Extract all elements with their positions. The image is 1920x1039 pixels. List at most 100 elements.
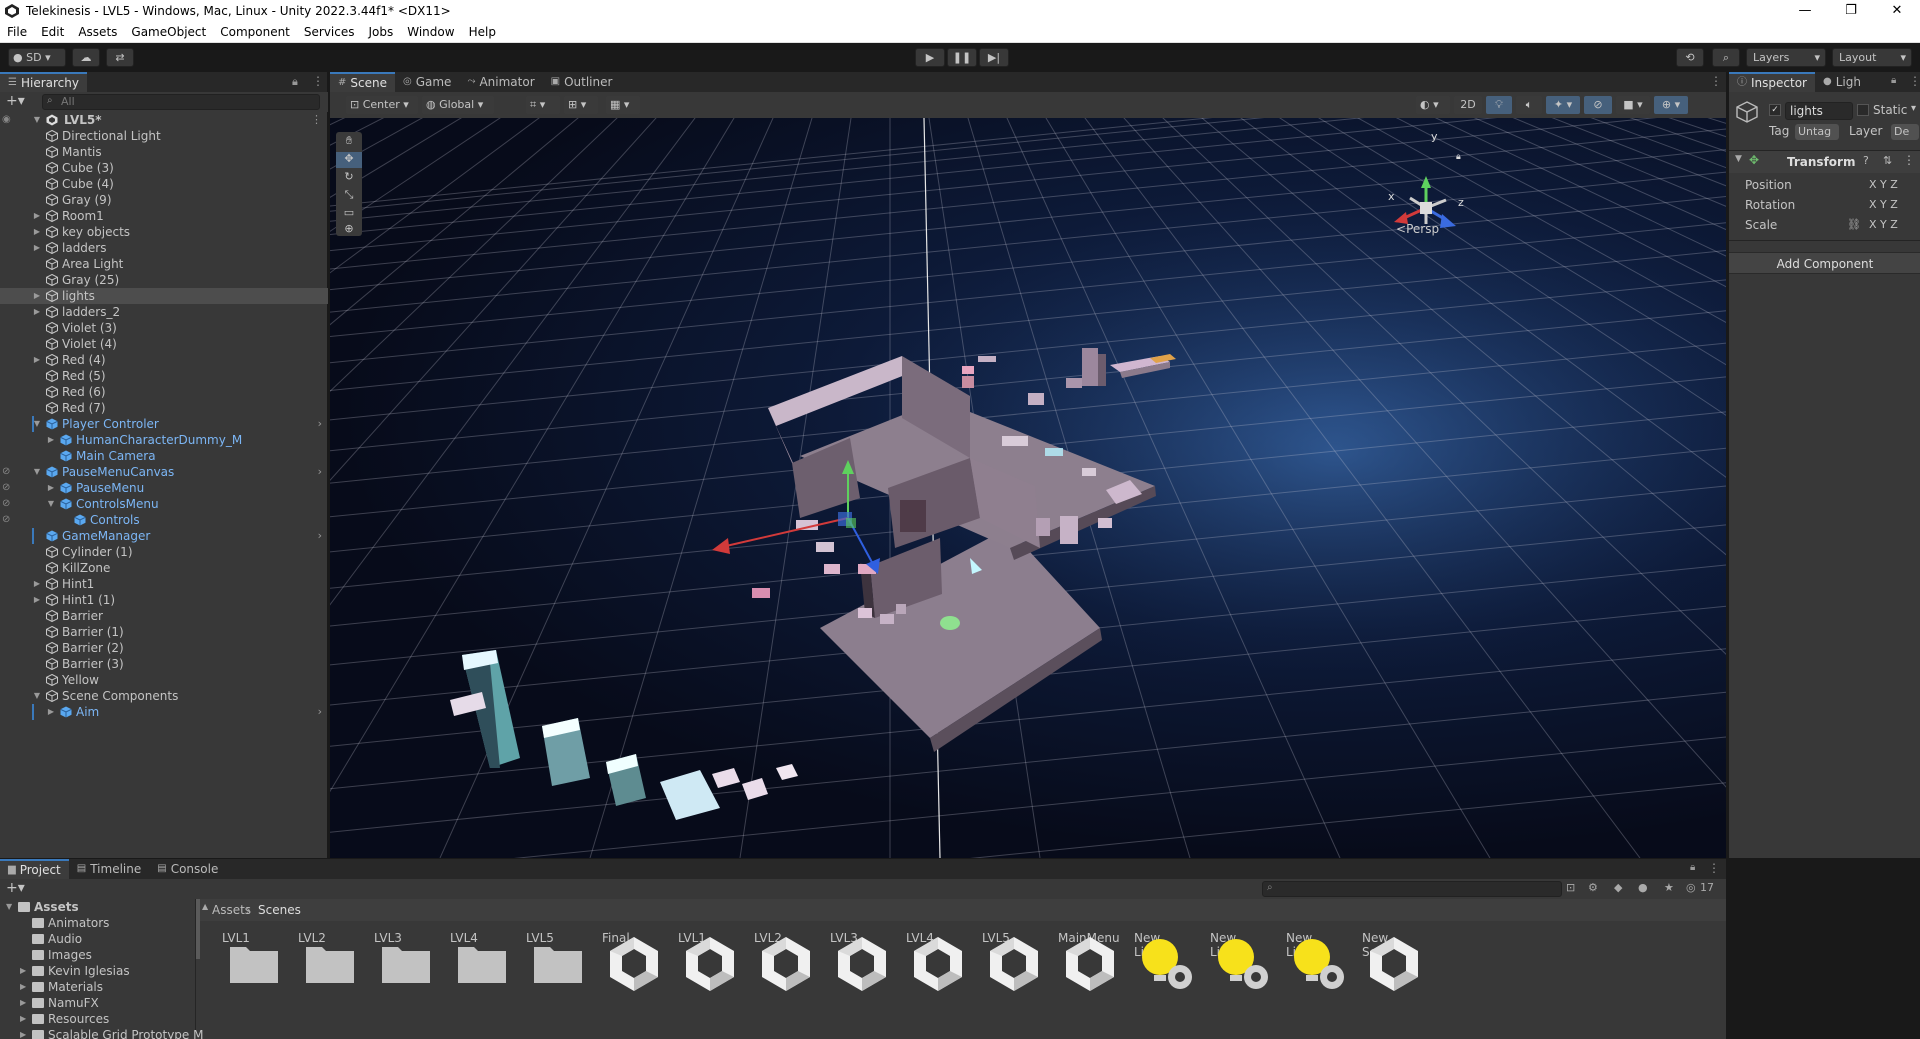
asset-tile[interactable]: MainMenu bbox=[1058, 931, 1122, 1027]
hierarchy-item[interactable]: Barrier (2) bbox=[0, 640, 328, 656]
space-dropdown[interactable]: ◍ Global ▾ bbox=[422, 96, 494, 114]
tab-animator[interactable]: ⤳ Animator bbox=[459, 72, 542, 92]
hierarchy-item[interactable]: ▶ Red (4) bbox=[0, 352, 328, 368]
help-icon[interactable]: ? bbox=[1863, 154, 1869, 167]
hierarchy-item[interactable]: GameManager › bbox=[0, 528, 328, 544]
more-icon[interactable]: ⋮ bbox=[312, 74, 324, 88]
hierarchy-item[interactable]: ▶ key objects bbox=[0, 224, 328, 240]
hierarchy-item[interactable]: Gray (9) bbox=[0, 192, 328, 208]
hierarchy-item[interactable]: Barrier (1) bbox=[0, 624, 328, 640]
expand-arrow-icon[interactable]: ▶ bbox=[32, 352, 42, 368]
collapse-arrow-icon[interactable]: ▼ bbox=[32, 464, 42, 480]
hierarchy-item[interactable]: Cube (4) bbox=[0, 176, 328, 192]
hierarchy-item[interactable]: Violet (4) bbox=[0, 336, 328, 352]
asset-tile[interactable]: New Lighti... bbox=[1134, 931, 1198, 1027]
visibility-hidden-icon[interactable]: ⊘ bbox=[2, 496, 10, 512]
asset-tile[interactable]: LVL5 bbox=[526, 931, 590, 1027]
expand-arrow-icon[interactable]: ▶ bbox=[46, 704, 56, 720]
rect-tool-button[interactable]: ▭ bbox=[336, 206, 362, 222]
asset-tile[interactable]: LVL1 bbox=[678, 931, 742, 1027]
menu-assets[interactable]: Assets bbox=[71, 25, 124, 39]
shading-mode-button[interactable]: ◐ ▾ bbox=[1416, 96, 1450, 114]
more-icon[interactable]: ⋮ bbox=[1708, 861, 1720, 875]
folder-item[interactable]: ▶ Scalable Grid Prototype M bbox=[0, 1027, 203, 1039]
expand-arrow-icon[interactable]: ▶ bbox=[20, 963, 26, 979]
hierarchy-item[interactable]: Area Light bbox=[0, 256, 328, 272]
hierarchy-item[interactable]: Red (7) bbox=[0, 400, 328, 416]
expand-arrow-icon[interactable]: ▶ bbox=[20, 1027, 26, 1039]
scale-tool-button[interactable]: ⤡ bbox=[336, 188, 362, 204]
lighting-toggle-button[interactable]: 💡︎ bbox=[1486, 96, 1512, 114]
chevron-right-icon[interactable]: › bbox=[318, 528, 322, 544]
preset-icon[interactable]: ⇅ bbox=[1883, 154, 1892, 167]
menu-help[interactable]: Help bbox=[462, 25, 503, 39]
tab-lighting[interactable]: ● Ligh bbox=[1815, 72, 1869, 92]
add-component-button[interactable]: Add Component bbox=[1729, 252, 1920, 274]
asset-tile[interactable]: New Scene bbox=[1362, 931, 1426, 1027]
hierarchy-item[interactable]: Gray (25) bbox=[0, 272, 328, 288]
more-icon[interactable]: ⋮ bbox=[311, 112, 322, 128]
history-button[interactable]: ⟲ bbox=[1676, 48, 1704, 67]
menu-file[interactable]: File bbox=[0, 25, 34, 39]
collapse-arrow-icon[interactable]: ▼ bbox=[46, 496, 56, 512]
hierarchy-item[interactable]: Cylinder (1) bbox=[0, 544, 328, 560]
expand-arrow-icon[interactable]: ▶ bbox=[32, 576, 42, 592]
cloud-button[interactable]: ☁ bbox=[72, 48, 100, 67]
asset-tile[interactable]: LVL1 bbox=[222, 931, 286, 1027]
expand-arrow-icon[interactable]: ▶ bbox=[20, 979, 26, 995]
account-dropdown[interactable]: ● SD ▾ bbox=[8, 48, 66, 67]
transform-header[interactable]: ▼ ✥ Transform ? ⇅ ⋮ bbox=[1729, 151, 1920, 173]
hierarchy-item[interactable]: Main Camera bbox=[0, 448, 328, 464]
asset-tile[interactable]: LVL3 bbox=[830, 931, 894, 1027]
close-button[interactable]: ✕ bbox=[1874, 0, 1920, 22]
hierarchy-item[interactable]: ⊘ ▼ ControlsMenu bbox=[0, 496, 328, 512]
object-name-field[interactable]: lights bbox=[1785, 102, 1853, 120]
rotate-tool-button[interactable]: ↻ bbox=[336, 170, 362, 186]
chevron-right-icon[interactable]: › bbox=[318, 704, 322, 720]
asset-tile[interactable]: Final bbox=[602, 931, 666, 1027]
layers-dropdown[interactable]: Layers ▾ bbox=[1746, 48, 1826, 67]
step-button[interactable]: ▶| bbox=[979, 48, 1009, 67]
expand-arrow-icon[interactable]: ▶ bbox=[20, 995, 26, 1011]
gizmos-button[interactable]: ⊕ ▾ bbox=[1654, 96, 1688, 114]
chevron-right-icon[interactable]: › bbox=[318, 416, 322, 432]
hierarchy-item[interactable]: Cube (3) bbox=[0, 160, 328, 176]
chevron-down-icon[interactable]: ▾ bbox=[1911, 103, 1916, 114]
visibility-icon[interactable]: ◉ bbox=[2, 112, 11, 128]
asset-tile[interactable]: LVL3 bbox=[374, 931, 438, 1027]
projection-toggle[interactable]: <Persp bbox=[1396, 222, 1439, 236]
folder-item[interactable]: Images bbox=[0, 947, 196, 963]
scene-root-row[interactable]: ◉ ▼ LVL5* ⋮ bbox=[0, 112, 328, 128]
asset-tile[interactable]: LVL2 bbox=[298, 931, 362, 1027]
add-icon[interactable]: +▾ bbox=[6, 93, 25, 109]
lock-icon[interactable]: 🔒︎ bbox=[1891, 75, 1896, 86]
asset-tile[interactable]: New Lighti... bbox=[1210, 931, 1274, 1027]
hierarchy-item[interactable]: ▶ HumanCharacterDummy_M bbox=[0, 432, 328, 448]
collab-button[interactable]: ⇄ bbox=[106, 48, 134, 67]
expand-arrow-icon[interactable]: ▼ bbox=[32, 112, 42, 128]
gizmo-lock-icon[interactable]: 🔒︎ bbox=[1456, 152, 1461, 162]
static-checkbox[interactable] bbox=[1857, 104, 1869, 116]
collapse-icon[interactable]: ▲ bbox=[202, 902, 208, 911]
collapse-arrow-icon[interactable]: ▼ bbox=[32, 688, 42, 704]
menu-services[interactable]: Services bbox=[297, 25, 362, 39]
asset-tile[interactable]: LVL4 bbox=[450, 931, 514, 1027]
asset-tile[interactable]: New Lighti... bbox=[1286, 931, 1350, 1027]
more-icon[interactable]: ⋮ bbox=[1909, 74, 1920, 88]
expand-arrow-icon[interactable]: ▶ bbox=[32, 224, 42, 240]
effects-toggle-button[interactable]: ✦ ▾ bbox=[1546, 96, 1580, 114]
hierarchy-item[interactable]: ▶ Room1 bbox=[0, 208, 328, 224]
hierarchy-item[interactable]: ▶ Aim › bbox=[0, 704, 328, 720]
hidden-objects-toggle-button[interactable]: ⊘ bbox=[1584, 96, 1612, 114]
search-button[interactable]: ⌕ bbox=[1712, 48, 1740, 67]
chevron-right-icon[interactable]: › bbox=[318, 464, 322, 480]
tab-game[interactable]: ◎ Game bbox=[395, 72, 459, 92]
expand-arrow-icon[interactable]: ▶ bbox=[32, 240, 42, 256]
menu-gameobject[interactable]: GameObject bbox=[124, 25, 213, 39]
more-icon[interactable]: ⋮ bbox=[1710, 74, 1722, 88]
hierarchy-search-input[interactable]: ⌕ All bbox=[42, 94, 320, 110]
menu-window[interactable]: Window bbox=[400, 25, 461, 39]
folder-item[interactable]: ▼ Assets bbox=[0, 899, 196, 915]
collapse-arrow-icon[interactable]: ▼ bbox=[32, 416, 42, 432]
visibility-hidden-icon[interactable]: ⊘ bbox=[2, 464, 10, 480]
